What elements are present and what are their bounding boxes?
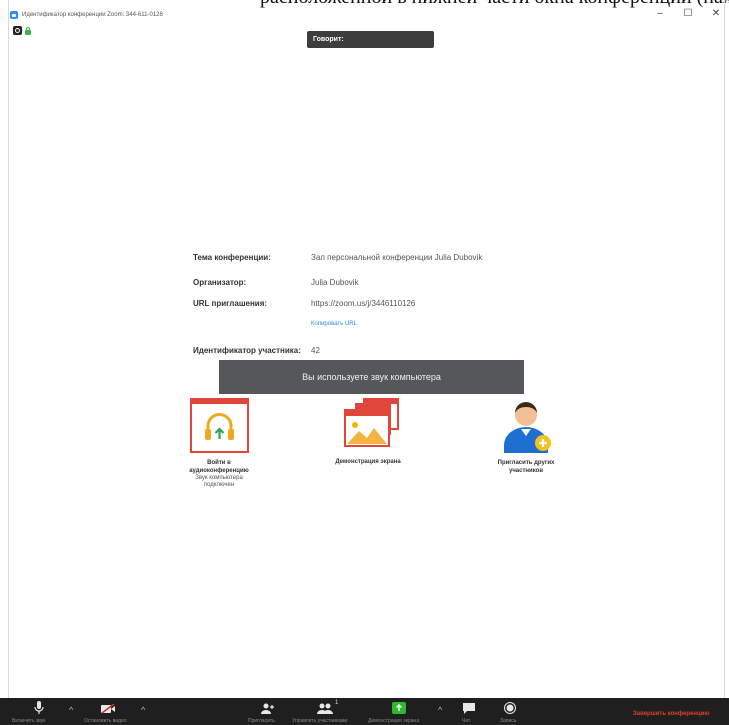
topic-label: Тема конференции:: [193, 253, 271, 262]
share-options-chevron-up-icon[interactable]: ^: [438, 705, 442, 715]
window-border-right: [724, 0, 725, 705]
video-options-chevron-up-icon[interactable]: ^: [141, 705, 145, 715]
audio-connected-status-1: Звук компьютера: [195, 475, 243, 481]
minimize-button[interactable]: –: [653, 7, 667, 21]
zoom-app-icon: [10, 11, 18, 19]
share-caption: Демонстрация экрана: [368, 718, 420, 724]
share-screen-label: Демонстрация экрана: [335, 459, 401, 465]
close-button[interactable]: ✕: [709, 7, 723, 21]
join-audio-label-1: Войти в: [207, 460, 231, 466]
copy-url-link[interactable]: Копировать URL: [311, 321, 357, 327]
share-screen-icon: [344, 398, 399, 447]
record-caption: Запись: [500, 718, 517, 724]
audio-connected-status-2: подключен: [203, 482, 235, 488]
participants-caption: Управлять участниками: [292, 718, 348, 724]
window-border-left: [8, 0, 9, 705]
meeting-status-icons: [13, 26, 31, 35]
audio-status-toast: Вы используете звук компьютера: [219, 360, 524, 394]
title-bar: Идентификатор конференции Zoom: 344-611-…: [10, 7, 725, 23]
window-title: Идентификатор конференции Zoom: 344-611-…: [22, 12, 163, 18]
share-screen-toolbar-icon[interactable]: [392, 702, 406, 714]
chat-icon[interactable]: [463, 703, 475, 714]
topic-value: Зал персональной конференции Julia Dubov…: [311, 253, 483, 262]
speaking-indicator: Говорит:: [307, 31, 434, 48]
meeting-toolbar: ^ ^ 1 ^ Включить звук Остановить видео П…: [0, 698, 729, 725]
video-caption: Остановить видео: [84, 718, 127, 724]
audio-options-chevron-up-icon[interactable]: ^: [69, 705, 73, 715]
microphone-icon[interactable]: [34, 701, 44, 715]
record-icon[interactable]: [504, 702, 516, 714]
invite-toolbar-icon[interactable]: [261, 703, 275, 714]
end-meeting-button[interactable]: Завершить конференцию: [633, 711, 710, 717]
maximize-button[interactable]: ☐: [681, 7, 695, 21]
invite-participants-action[interactable]: Пригласить других участников: [484, 395, 568, 475]
headphones-icon: [194, 400, 234, 440]
participants-icon[interactable]: [317, 703, 333, 714]
join-audio-label-2: аудиоконференцию: [189, 468, 249, 474]
invite-caption: Пригласить: [248, 718, 275, 724]
invite-label-1: Пригласить других: [497, 460, 555, 466]
meeting-info-icon[interactable]: [13, 26, 22, 35]
invite-url-value[interactable]: https://zoom.us/j/3446110126: [311, 299, 415, 308]
join-audio-action[interactable]: Войти в аудиоконференцию Звук компьютера…: [183, 398, 255, 489]
host-label: Организатор:: [193, 278, 247, 287]
chat-caption: Чат: [462, 718, 471, 724]
invite-url-label: URL приглашения:: [193, 299, 268, 308]
video-off-icon[interactable]: [100, 704, 116, 714]
participant-id-value: 42: [311, 346, 320, 355]
join-audio-card[interactable]: [189, 398, 249, 453]
mute-caption: Включить звук: [12, 718, 46, 724]
host-value: Julia Dubovik: [311, 278, 359, 287]
share-screen-action[interactable]: Демонстрация экрана: [322, 395, 414, 466]
window-controls: – ☐ ✕: [653, 7, 723, 21]
participant-id-label: Идентификатор участника:: [193, 346, 301, 355]
encryption-lock-icon[interactable]: [25, 27, 31, 35]
invite-label-2: участников: [508, 468, 544, 474]
participants-count: 1: [335, 700, 339, 706]
add-person-icon: [504, 402, 551, 453]
